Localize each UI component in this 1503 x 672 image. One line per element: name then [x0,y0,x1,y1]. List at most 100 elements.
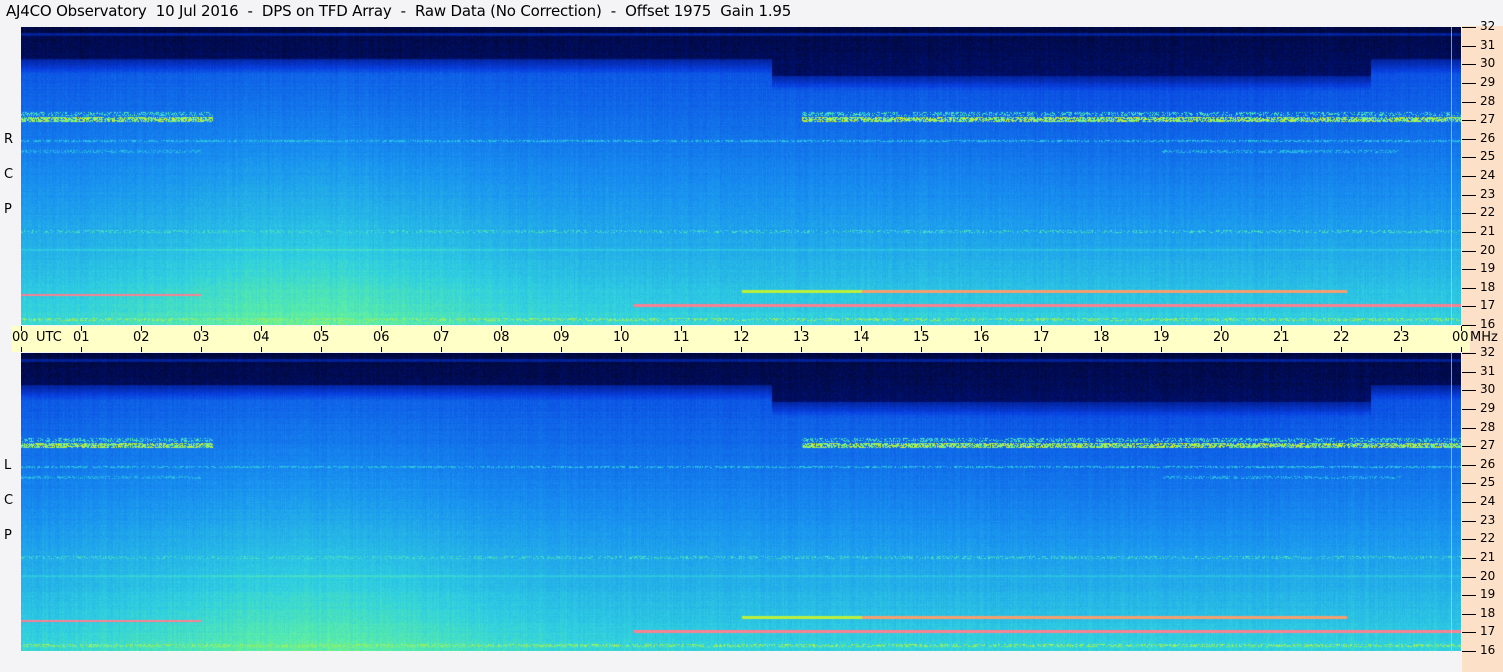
time-tick [1461,347,1462,352]
frequency-tick [1462,120,1476,121]
frequency-tick-label: 24 [1480,168,1496,182]
frequency-tick [1462,521,1476,522]
frequency-tick-label: 25 [1480,475,1496,489]
time-tick-label: 15 [913,330,930,345]
frequency-tick [1462,446,1476,447]
frequency-tick [1462,306,1476,307]
time-tick [1161,347,1162,352]
frequency-tick [1462,502,1476,503]
time-tick [141,347,142,352]
time-tick [381,347,382,352]
time-tick-label: 21 [1273,330,1290,345]
frequency-tick [1462,483,1476,484]
frequency-tick [1462,465,1476,466]
frequency-tick-label: 32 [1480,19,1496,33]
frequency-tick [1462,102,1476,103]
frequency-tick-label: 31 [1480,364,1496,378]
frequency-tick [1462,632,1476,633]
frequency-tick-label: 32 [1480,345,1496,359]
frequency-tick-label: 28 [1480,420,1496,434]
frequency-tick [1462,539,1476,540]
time-tick-label: 18 [1093,330,1110,345]
time-tick [1221,347,1222,352]
mhz-label: MHz [1470,330,1498,345]
frequency-tick-label: 27 [1480,438,1496,452]
frequency-tick-label: 26 [1480,457,1496,471]
frequency-tick [1462,558,1476,559]
frequency-tick-label: 17 [1480,624,1496,638]
frequency-tick-label: 22 [1480,531,1496,545]
time-tick-label: 17 [1033,330,1050,345]
frequency-tick-label: 24 [1480,494,1496,508]
frequency-tick-label: 18 [1480,606,1496,620]
time-tick-label: 11 [673,330,690,345]
time-tick [21,347,22,352]
frequency-tick-label: 26 [1480,131,1496,145]
time-tick-label: 01 [73,330,90,345]
time-tick-label: 13 [793,330,810,345]
time-tick [201,347,202,352]
frequency-tick [1462,372,1476,373]
time-tick [1401,347,1402,352]
frequency-tick [1462,288,1476,289]
frequency-tick-label: 21 [1480,224,1496,238]
frequency-tick-label: 27 [1480,112,1496,126]
frequency-tick [1462,83,1476,84]
time-tick [1101,347,1102,352]
polarization-letter: P [4,528,12,543]
time-tick-label: 16 [973,330,990,345]
frequency-tick [1462,195,1476,196]
frequency-tick-label: 19 [1480,261,1496,275]
time-tick-label: 07 [433,330,450,345]
time-tick [261,347,262,352]
frequency-tick-label: 18 [1480,280,1496,294]
frequency-tick-label: 21 [1480,550,1496,564]
frequency-tick-label: 20 [1480,569,1496,583]
polarization-letter: C [4,493,14,508]
time-tick [861,347,862,352]
frequency-tick [1462,176,1476,177]
time-tick-label: 00 [12,330,29,345]
frequency-tick-label: 16 [1480,643,1496,657]
frequency-tick-label: 19 [1480,587,1496,601]
frequency-tick [1462,157,1476,158]
frequency-tick-label: 22 [1480,205,1496,219]
spectrogram-lcp-canvas [21,353,1461,651]
frequency-tick-label: 30 [1480,382,1496,396]
frequency-tick-label: 28 [1480,94,1496,108]
time-tick [561,347,562,352]
time-tick-label: 10 [613,330,630,345]
frequency-tick-label: 23 [1480,513,1496,527]
frequency-tick-label: 23 [1480,187,1496,201]
time-tick [921,347,922,352]
polarization-letter: C [4,167,14,182]
time-tick-label: 02 [133,330,150,345]
time-tick-label: 19 [1153,330,1170,345]
time-tick [81,347,82,352]
frequency-tick [1462,269,1476,270]
chart-title: AJ4CO Observatory 10 Jul 2016 - DPS on T… [6,2,792,20]
spectrogram-rcp [21,27,1461,325]
frequency-tick-label: 29 [1480,75,1496,89]
polarization-letter: P [4,202,12,217]
frequency-tick [1462,251,1476,252]
time-tick [981,347,982,352]
time-tick-label: 14 [853,330,870,345]
time-tick [741,347,742,352]
time-tick [1281,347,1282,352]
frequency-tick [1462,651,1476,652]
frequency-tick-label: 30 [1480,56,1496,70]
frequency-tick-label: 17 [1480,298,1496,312]
time-tick [1041,347,1042,352]
frequency-tick [1462,232,1476,233]
time-tick-label: 05 [313,330,330,345]
frequency-tick [1462,595,1476,596]
time-tick-label: 06 [373,330,390,345]
spectrogram-rcp-canvas [21,27,1461,325]
frequency-tick [1462,213,1476,214]
frequency-tick-label: 20 [1480,243,1496,257]
time-tick-label: 03 [193,330,210,345]
time-tick-label: 04 [253,330,270,345]
time-tick [501,347,502,352]
time-tick-label: 20 [1213,330,1230,345]
